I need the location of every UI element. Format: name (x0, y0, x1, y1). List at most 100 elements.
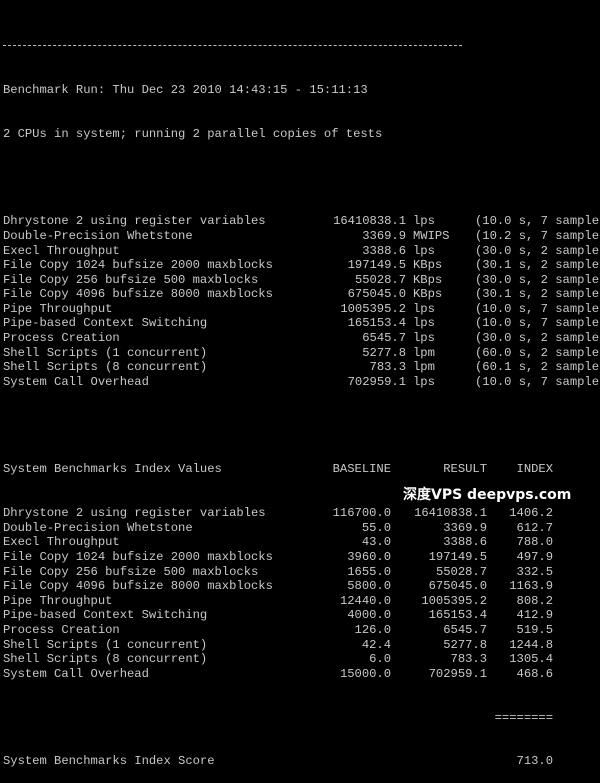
index-result: 197149.5 (428, 549, 487, 564)
result-unit: lps (413, 243, 435, 258)
result-detail: (30.0 s, 2 samples) (475, 331, 600, 346)
result-row: Pipe-based Context Switching 165153.4 lps (… (3, 316, 600, 331)
result-detail: (10.2 s, 7 samples) (475, 228, 600, 243)
index-value: 808.2 (516, 593, 553, 608)
result-detail: (10.0 s, 7 samples) (475, 214, 600, 229)
index-value: 1406.2 (509, 506, 553, 521)
index-result: 165153.4 (428, 608, 487, 623)
index-row: File Copy 4096 bufsize 8000 maxblocks 580… (3, 579, 600, 594)
index-value: 332.5 (516, 564, 553, 579)
result-value: 3369.9 (362, 228, 406, 243)
index-row: File Copy 1024 bufsize 2000 maxblocks 396… (3, 550, 600, 565)
result-name: System Call Overhead (3, 374, 149, 389)
index-name: Pipe Throughput (3, 593, 113, 608)
result-value: 3388.6 (362, 243, 406, 258)
score-value: 713.0 (516, 754, 553, 769)
result-unit: KBps (413, 287, 443, 302)
result-name: Pipe-based Context Switching (3, 316, 208, 331)
results-list: Dhrystone 2 using register variables 1641… (3, 214, 600, 389)
index-result: 16410838.1 (414, 506, 487, 521)
result-value: 165153.4 (347, 316, 406, 331)
index-row: Shell Scripts (1 concurrent) 42.4 5277.8 12… (3, 638, 600, 653)
result-row: Shell Scripts (1 concurrent) 5277.8 lpm (60… (3, 346, 600, 361)
index-name: System Call Overhead (3, 666, 149, 681)
index-row: Shell Scripts (8 concurrent) 6.0 783.3 1305… (3, 652, 600, 667)
result-name: Dhrystone 2 using register variables (3, 214, 266, 229)
result-unit: lps (413, 214, 435, 229)
index-value: 497.9 (516, 549, 553, 564)
result-name: File Copy 4096 bufsize 8000 maxblocks (3, 287, 273, 302)
result-name: Process Creation (3, 331, 120, 346)
result-name: Shell Scripts (8 concurrent) (3, 360, 208, 375)
index-row: System Call Overhead 15000.0 702959.1 468.6 (3, 667, 600, 682)
result-value: 6545.7 (362, 331, 406, 346)
result-detail: (60.1 s, 2 samples) (475, 360, 600, 375)
result-unit: lpm (413, 345, 435, 360)
index-row: Execl Throughput 43.0 3388.6 788.0 (3, 535, 600, 550)
result-detail: (60.0 s, 2 samples) (475, 345, 600, 360)
result-value: 197149.5 (347, 258, 406, 273)
result-detail: (10.0 s, 7 samples) (475, 374, 600, 389)
result-row: Pipe Throughput 1005395.2 lps (10.0 s, 7 sa… (3, 302, 600, 317)
result-value: 5277.8 (362, 345, 406, 360)
index-baseline: 12440.0 (339, 593, 391, 608)
index-result: 5277.8 (443, 637, 487, 652)
result-row: File Copy 1024 bufsize 2000 maxblocks 197… (3, 258, 600, 273)
result-row: File Copy 256 bufsize 500 maxblocks 55028… (3, 273, 600, 288)
col-index: INDEX (516, 462, 553, 477)
index-value: 612.7 (516, 520, 553, 535)
result-row: Shell Scripts (8 concurrent) 783.3 lpm (60.… (3, 360, 600, 375)
index-row: Double-Precision Whetstone 55.0 3369.9 612.… (3, 521, 600, 536)
result-unit: lps (413, 374, 435, 389)
cpu-info-line: 2 CPUs in system; running 2 parallel cop… (3, 126, 383, 141)
result-unit: KBps (413, 258, 443, 273)
result-detail: (30.1 s, 2 samples) (475, 287, 600, 302)
index-baseline: 55.0 (361, 520, 391, 535)
index-result: 1005395.2 (421, 593, 487, 608)
result-detail: (30.0 s, 2 samples) (475, 243, 600, 258)
result-name: Execl Throughput (3, 243, 120, 258)
score-row: System Benchmarks Index Score 713.0 (3, 754, 600, 769)
index-name: Double-Precision Whetstone (3, 520, 193, 535)
col-result: RESULT (443, 462, 487, 477)
result-unit: lpm (413, 360, 435, 375)
index-name: Dhrystone 2 using register variables (3, 506, 266, 521)
result-detail: (10.0 s, 7 samples) (475, 301, 600, 316)
result-name: Pipe Throughput (3, 301, 113, 316)
result-value: 1005395.2 (340, 301, 406, 316)
result-name: File Copy 256 bufsize 500 maxblocks (3, 272, 259, 287)
index-result: 55028.7 (435, 564, 487, 579)
index-row: Dhrystone 2 using register variables 1167… (3, 506, 600, 521)
col-baseline: BASELINE (332, 462, 391, 477)
index-name: Pipe-based Context Switching (3, 608, 208, 623)
result-unit: lps (413, 301, 435, 316)
index-baseline: 4000.0 (347, 608, 391, 623)
dashed-separator (3, 39, 600, 54)
index-value: 788.0 (516, 535, 553, 550)
index-value: 412.9 (516, 608, 553, 623)
score-label: System Benchmarks Index Score (3, 754, 215, 769)
index-value: 1305.4 (509, 652, 553, 667)
index-header-row: System Benchmarks Index Values BASELINE RE… (3, 462, 600, 477)
index-row: Pipe Throughput 12440.0 1005395.2 808.2 (3, 594, 600, 609)
index-name: Execl Throughput (3, 535, 120, 550)
index-result: 702959.1 (428, 666, 487, 681)
result-value: 55028.7 (354, 272, 406, 287)
result-name: File Copy 1024 bufsize 2000 maxblocks (3, 258, 273, 273)
terminal-output: Benchmark Run: Thu Dec 23 2010 14:43:15 … (3, 10, 600, 783)
index-baseline: 42.4 (361, 637, 391, 652)
result-row: Double-Precision Whetstone 3369.9 MWIPS (10… (3, 229, 600, 244)
index-name: Process Creation (3, 622, 120, 637)
index-name: File Copy 1024 bufsize 2000 maxblocks (3, 549, 273, 564)
result-name: Double-Precision Whetstone (3, 228, 193, 243)
index-row: Pipe-based Context Switching 4000.0 165153… (3, 608, 600, 623)
result-row: Dhrystone 2 using register variables 1641… (3, 214, 600, 229)
index-name: File Copy 256 bufsize 500 maxblocks (3, 564, 259, 579)
score-separator: ======== (494, 710, 553, 725)
index-value: 519.5 (516, 622, 553, 637)
result-unit: lps (413, 316, 435, 331)
result-unit: MWIPS (413, 228, 450, 243)
index-row: Process Creation 126.0 6545.7 519.5 (3, 623, 600, 638)
index-name: Shell Scripts (1 concurrent) (3, 637, 208, 652)
index-baseline: 3960.0 (347, 549, 391, 564)
